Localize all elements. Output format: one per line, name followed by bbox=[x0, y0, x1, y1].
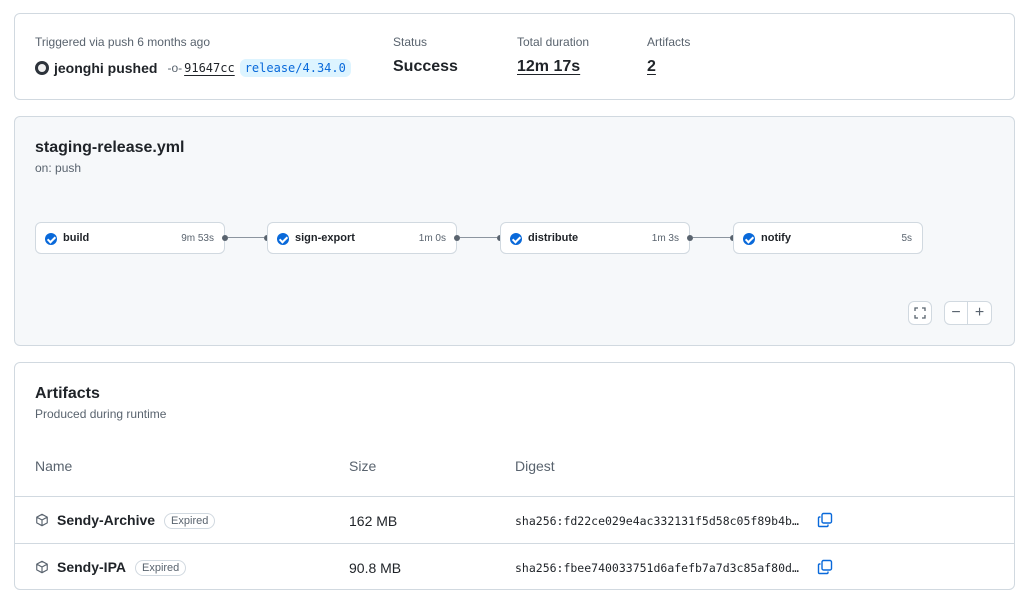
commit-link[interactable]: 91647cc bbox=[184, 61, 235, 75]
check-circle-icon bbox=[277, 233, 289, 245]
artifacts-title: Artifacts bbox=[35, 385, 100, 402]
connector-line bbox=[460, 237, 497, 238]
expired-badge: Expired bbox=[134, 560, 187, 576]
job-distribute[interactable]: distribute 1m 3s bbox=[500, 222, 690, 254]
workflow-event: on: push bbox=[35, 161, 82, 175]
actor-text[interactable]: jeonghi pushed bbox=[54, 60, 157, 76]
artifact-digest: sha256:fd22ce029e4ac332131f5d58c05f89b4b… bbox=[515, 514, 799, 528]
job-build[interactable]: build 9m 53s bbox=[35, 222, 225, 254]
package-icon bbox=[36, 513, 48, 527]
connector-line bbox=[228, 237, 264, 238]
package-icon bbox=[36, 560, 48, 574]
job-name: notify bbox=[761, 232, 791, 244]
job-duration: 1m 3s bbox=[651, 233, 679, 244]
expired-badge: Expired bbox=[164, 513, 216, 529]
zoom-in-button[interactable]: + bbox=[968, 301, 992, 325]
connector-line bbox=[693, 237, 730, 238]
job-name: build bbox=[63, 232, 90, 244]
job-duration: 1m 0s bbox=[418, 233, 446, 244]
artifact-size: 162 MB bbox=[349, 513, 398, 529]
fullscreen-icon bbox=[914, 307, 926, 319]
artifacts-label: Artifacts bbox=[647, 35, 691, 49]
connector-dot bbox=[454, 235, 460, 241]
column-header-name: Name bbox=[35, 458, 73, 474]
artifacts-subtitle: Produced during runtime bbox=[35, 407, 167, 421]
commit-icon: -o- bbox=[167, 61, 183, 75]
branch-badge[interactable]: release/4.34.0 bbox=[239, 59, 351, 77]
table-row: Sendy-IPA Expired 90.8 MB sha256:fbee7400… bbox=[15, 543, 1014, 591]
artifact-size: 90.8 MB bbox=[349, 560, 402, 576]
status-value: Success bbox=[393, 58, 458, 75]
job-notify[interactable]: notify 5s bbox=[733, 222, 923, 254]
job-name: sign-export bbox=[295, 232, 355, 244]
artifact-name-link[interactable]: Sendy-IPA bbox=[57, 559, 126, 575]
connector-dot bbox=[687, 235, 693, 241]
copy-icon[interactable] bbox=[817, 512, 833, 528]
column-header-size: Size bbox=[349, 458, 377, 474]
status-label: Status bbox=[393, 35, 428, 49]
trigger-label: Triggered via push 6 months ago bbox=[35, 35, 210, 49]
check-circle-icon bbox=[510, 233, 522, 245]
run-summary-card: Triggered via push 6 months ago jeonghi … bbox=[14, 13, 1015, 100]
table-row: Sendy-Archive Expired 162 MB sha256:fd22c… bbox=[15, 496, 1014, 544]
fullscreen-button[interactable] bbox=[908, 301, 932, 325]
duration-label: Total duration bbox=[517, 35, 590, 49]
job-duration: 5s bbox=[901, 233, 912, 244]
job-duration: 9m 53s bbox=[181, 233, 214, 244]
job-sign-export[interactable]: sign-export 1m 0s bbox=[267, 222, 457, 254]
workflow-file-title[interactable]: staging-release.yml bbox=[35, 139, 184, 157]
job-name: distribute bbox=[528, 232, 579, 244]
artifacts-card: Artifacts Produced during runtime Name S… bbox=[14, 362, 1015, 590]
workflow-graph-card: staging-release.yml on: push build 9m 53… bbox=[14, 116, 1015, 346]
artifact-name-link[interactable]: Sendy-Archive bbox=[57, 512, 155, 528]
artifacts-count-link[interactable]: 2 bbox=[647, 58, 656, 76]
duration-link[interactable]: 12m 17s bbox=[517, 58, 580, 76]
check-circle-icon bbox=[45, 233, 57, 245]
artifact-digest: sha256:fbee740033751d6afefb7a7d3c85af80d… bbox=[515, 561, 799, 575]
connector-dot bbox=[222, 235, 228, 241]
avatar[interactable] bbox=[35, 61, 49, 75]
column-header-digest: Digest bbox=[515, 458, 555, 474]
check-circle-icon bbox=[743, 233, 755, 245]
zoom-out-button[interactable]: − bbox=[944, 301, 968, 325]
copy-icon[interactable] bbox=[817, 559, 833, 575]
